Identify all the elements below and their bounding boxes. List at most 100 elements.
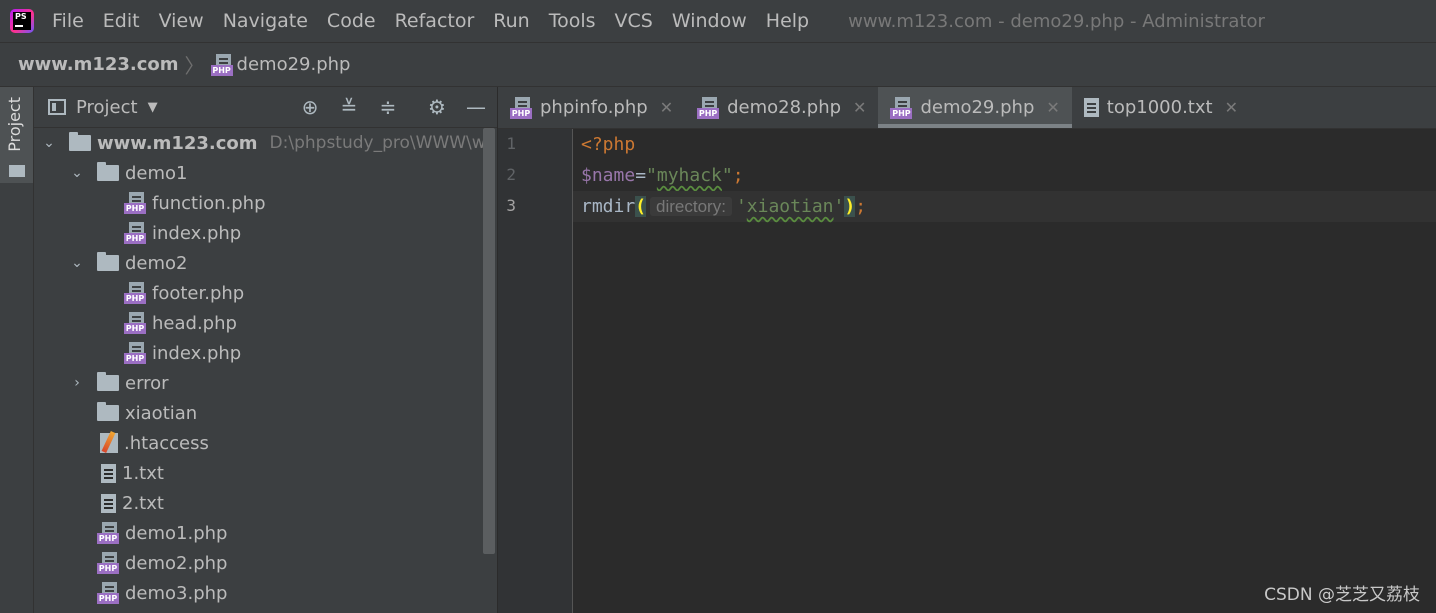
tree-item-file[interactable]: PHP index.php — [124, 218, 241, 248]
tree-item-folder[interactable]: ⌄ demo2 — [70, 248, 188, 278]
menu-tools[interactable]: Tools — [549, 10, 596, 32]
breadcrumb-root[interactable]: www.m123.com — [18, 54, 179, 75]
php-file-icon: PHP — [697, 96, 720, 119]
menu-bar: PS File Edit View Navigate Code Refactor… — [0, 0, 1436, 43]
tree-item-file[interactable]: PHP demo1.php — [97, 518, 227, 548]
breadcrumb-file[interactable]: demo29.php — [237, 54, 351, 75]
folder-icon — [9, 165, 25, 177]
tree-item-label: demo2 — [125, 252, 188, 274]
php-open-tag: <?php — [581, 134, 636, 155]
project-tool-label: Project — [5, 97, 24, 152]
phpstorm-logo-icon[interactable]: PS — [10, 9, 34, 33]
htaccess-file-icon — [100, 433, 118, 453]
tree-item-folder[interactable]: xiaotian — [97, 398, 197, 428]
php-file-icon: PHP — [124, 312, 146, 334]
menu-edit[interactable]: Edit — [103, 10, 140, 32]
menu-navigate[interactable]: Navigate — [223, 10, 308, 32]
project-tool-tab[interactable]: Project — [0, 87, 33, 183]
menu-file[interactable]: File — [52, 10, 84, 32]
code-semicolon: ; — [855, 196, 867, 217]
project-view-selector[interactable]: Project — [76, 97, 138, 118]
line-number: 1 — [506, 134, 516, 153]
code-editor[interactable]: <?php $name="myhack"; rmdir(directory:'x… — [573, 129, 1436, 613]
code-quote: " — [721, 165, 733, 186]
folder-icon — [97, 372, 119, 391]
tool-window-strip: Project — [0, 87, 34, 613]
menu-run[interactable]: Run — [493, 10, 529, 32]
tree-item-file[interactable]: 1.txt — [101, 458, 164, 488]
tab-top1000[interactable]: top1000.txt ✕ — [1072, 87, 1250, 128]
menu-window[interactable]: Window — [672, 10, 747, 32]
line-number: 3 — [506, 196, 516, 215]
code-line[interactable]: $name="myhack"; — [573, 160, 1436, 191]
expand-all-icon[interactable]: ≚ — [337, 95, 361, 119]
menu-view[interactable]: View — [159, 10, 204, 32]
close-icon[interactable]: ✕ — [660, 98, 673, 117]
tab-demo28[interactable]: PHP demo28.php ✕ — [685, 87, 878, 128]
code-operator: = — [635, 165, 647, 186]
tree-item-file[interactable]: PHP footer.php — [124, 278, 244, 308]
editor-tabs: PHP phpinfo.php ✕ PHP demo28.php ✕ PHP d… — [498, 87, 1436, 129]
menu-help[interactable]: Help — [766, 10, 809, 32]
php-file-icon: PHP — [124, 282, 146, 304]
text-file-icon — [101, 493, 116, 513]
folder-icon — [97, 252, 119, 271]
tab-demo29[interactable]: PHP demo29.php ✕ — [878, 87, 1073, 128]
project-view-icon — [48, 99, 66, 115]
tab-phpinfo[interactable]: PHP phpinfo.php ✕ — [498, 87, 685, 128]
hide-panel-icon[interactable]: — — [464, 95, 488, 119]
tree-item-file[interactable]: PHP function.php — [124, 188, 266, 218]
window-title: www.m123.com - demo29.php - Administrato… — [848, 10, 1265, 32]
tree-item-file[interactable]: PHP index.php — [124, 338, 241, 368]
project-panel-header: Project ▼ ⊕ ≚ ≑ ⚙ — — [34, 87, 497, 128]
parameter-hint: directory: — [650, 197, 732, 216]
tab-label: demo28.php — [727, 97, 842, 118]
editor-area: PHP phpinfo.php ✕ PHP demo28.php ✕ PHP d… — [498, 87, 1436, 613]
chevron-right-icon[interactable]: › — [70, 375, 84, 391]
tree-item-label: head.php — [152, 312, 237, 334]
tree-item-file[interactable]: 2.txt — [101, 488, 164, 518]
folder-icon — [97, 402, 119, 421]
code-line[interactable]: <?php — [573, 129, 1436, 160]
close-icon[interactable]: ✕ — [1225, 98, 1238, 117]
tree-item-label: index.php — [152, 342, 242, 364]
tree-item-folder[interactable]: ⌄ demo1 — [70, 158, 188, 188]
php-file-icon: PHP — [97, 522, 119, 544]
code-string: xiaotian — [746, 196, 834, 217]
close-icon[interactable]: ✕ — [1046, 98, 1059, 117]
breadcrumb: www.m123.com 〉 PHP demo29.php — [0, 43, 1436, 87]
menu-code[interactable]: Code — [327, 10, 376, 32]
close-icon[interactable]: ✕ — [853, 98, 866, 117]
php-file-icon: PHP — [124, 342, 146, 364]
chevron-down-icon[interactable]: ⌄ — [42, 135, 56, 151]
tree-item-label: error — [125, 372, 169, 394]
chevron-down-icon[interactable]: ▼ — [148, 100, 158, 115]
code-quote: ' — [833, 196, 845, 217]
menu-refactor[interactable]: Refactor — [395, 10, 475, 32]
chevron-down-icon[interactable]: ⌄ — [70, 255, 84, 271]
code-quote: ' — [735, 196, 747, 217]
tree-item-label: www.m123.com — [97, 132, 258, 154]
folder-icon — [97, 162, 119, 181]
tab-label: phpinfo.php — [540, 97, 648, 118]
menu-vcs[interactable]: VCS — [615, 10, 653, 32]
tree-item-file[interactable]: .htaccess — [100, 428, 209, 458]
tree-item-file[interactable]: PHP demo2.php — [97, 548, 227, 578]
logo-text: PS — [13, 12, 31, 30]
tree-item-label: demo2.php — [125, 552, 228, 574]
tree-item-folder[interactable]: › error — [70, 368, 169, 398]
tree-item-label: index.php — [152, 222, 242, 244]
tree-item-file[interactable]: PHP demo3.php — [97, 578, 227, 608]
code-paren: ) — [844, 196, 856, 217]
code-variable: $name — [581, 165, 636, 186]
tree-item-label: function.php — [152, 192, 266, 214]
chevron-down-icon[interactable]: ⌄ — [70, 165, 84, 181]
php-file-icon: PHP — [890, 96, 913, 119]
project-scrollbar[interactable] — [483, 128, 495, 554]
tree-item-file[interactable]: PHP head.php — [124, 308, 237, 338]
tree-item-root[interactable]: ⌄ www.m123.com D:\phpstudy_pro\WWW\www — [42, 128, 484, 158]
code-line-current[interactable]: rmdir(directory:'xiaotian'); — [573, 191, 1436, 222]
locate-file-icon[interactable]: ⊕ — [298, 95, 322, 119]
collapse-all-icon[interactable]: ≑ — [376, 95, 400, 119]
gear-icon[interactable]: ⚙ — [425, 95, 449, 119]
